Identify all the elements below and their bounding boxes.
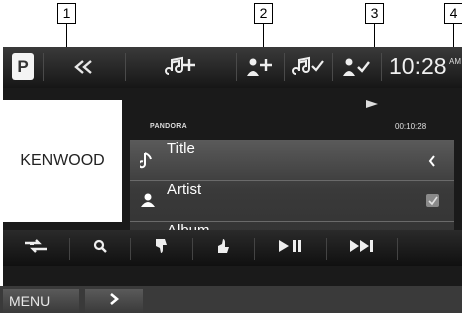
search-button[interactable] xyxy=(70,233,130,263)
play-pause-button[interactable] xyxy=(255,233,326,263)
person-icon xyxy=(140,192,156,210)
thumb-up-button[interactable] xyxy=(193,233,253,263)
callout-1: 1 xyxy=(57,3,76,24)
check-icon xyxy=(426,194,439,212)
thumb-down-button[interactable] xyxy=(131,233,191,263)
skip-forward-icon xyxy=(350,239,374,257)
chevron-left-icon xyxy=(428,154,436,172)
thumb-down-artist-button[interactable] xyxy=(333,51,379,82)
thumb-up-artist-icon xyxy=(245,56,275,78)
callout-2: 2 xyxy=(254,3,273,24)
music-note-icon xyxy=(138,151,156,169)
expand-button[interactable] xyxy=(85,289,143,313)
thumb-down-note-button[interactable] xyxy=(285,51,331,82)
info-row-title-label: Title xyxy=(167,140,195,157)
search-icon xyxy=(93,239,107,258)
thumb-up-note-button[interactable] xyxy=(126,51,235,82)
artwork-label: KENWOOD xyxy=(20,152,105,169)
info-row-artist[interactable]: Artist xyxy=(130,181,454,221)
thumb-down-artist-icon xyxy=(341,56,371,78)
source-name: PANDORA xyxy=(150,123,187,130)
skip-forward-button[interactable] xyxy=(327,233,397,263)
thumb-down-icon xyxy=(154,238,168,259)
back-icon xyxy=(73,59,95,74)
play-indicator-icon xyxy=(366,95,378,113)
playing-time: 00:10:28 xyxy=(395,122,427,131)
clock-ampm: AM xyxy=(449,57,461,66)
clock: 10:28 xyxy=(389,53,447,79)
separator xyxy=(397,238,398,260)
thumb-up-icon xyxy=(216,238,230,259)
shuffle-source-button[interactable] xyxy=(3,233,69,263)
back-button[interactable] xyxy=(44,51,124,82)
thumb-down-note-icon xyxy=(292,56,324,78)
info-row-title[interactable]: Title xyxy=(130,140,454,180)
play-pause-icon xyxy=(278,239,303,257)
callout-3: 3 xyxy=(365,3,384,24)
thumb-up-note-icon xyxy=(164,56,197,78)
shuffle-source-icon xyxy=(23,238,49,259)
callout-4: 4 xyxy=(444,3,462,24)
thumb-up-artist-button[interactable] xyxy=(237,51,283,82)
info-row-artist-label: Artist xyxy=(167,181,202,198)
menu-button[interactable]: MENU xyxy=(3,289,79,313)
source-button[interactable]: P xyxy=(12,53,34,80)
separator xyxy=(381,53,382,81)
head-unit-screen: P 10:28 AM KENWOOD PANDORA 00:10:28 Titl… xyxy=(3,47,462,313)
chevron-right-icon xyxy=(109,292,120,310)
